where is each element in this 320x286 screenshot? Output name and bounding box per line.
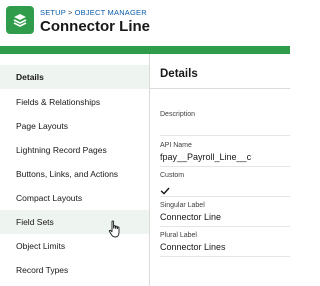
header-accent-bar	[0, 46, 290, 54]
checkmark-icon	[160, 183, 170, 195]
page-title: Connector Line	[40, 18, 151, 35]
layers-icon	[6, 6, 34, 34]
divider	[160, 135, 290, 136]
custom-label: Custom	[160, 172, 185, 179]
api-name-label: API Name	[160, 142, 192, 149]
sidebar-item-details[interactable]: Details	[0, 65, 149, 89]
hand-pointer-icon	[108, 220, 122, 240]
sidebar-item-compact-layouts[interactable]: Compact Layouts	[0, 186, 149, 210]
divider	[160, 196, 290, 197]
divider	[160, 226, 290, 227]
divider	[150, 88, 290, 89]
details-heading: Details	[160, 68, 198, 80]
plural-label-label: Plural Label	[160, 232, 197, 239]
breadcrumb-object-manager-link[interactable]: OBJECT MANAGER	[75, 8, 147, 17]
sidebar-item-field-sets[interactable]: Field Sets	[0, 210, 149, 234]
page-header: SETUP > OBJECT MANAGER Connector Line	[0, 0, 290, 46]
breadcrumb-separator: >	[68, 8, 73, 17]
divider	[160, 166, 290, 167]
details-panel: Details Description API Name fpay__Payro…	[150, 54, 290, 286]
sidebar-item-object-limits[interactable]: Object Limits	[0, 234, 149, 258]
description-label: Description	[160, 111, 196, 118]
breadcrumb-setup-link[interactable]: SETUP	[40, 8, 66, 17]
api-name-value: fpay__Payroll_Line__c	[160, 152, 252, 162]
singular-label-label: Singular Label	[160, 202, 205, 209]
breadcrumb: SETUP > OBJECT MANAGER	[40, 8, 147, 17]
plural-label-value: Connector Lines	[160, 242, 226, 252]
sidebar-item-fields-relationships[interactable]: Fields & Relationships	[0, 90, 149, 114]
object-manager-sidebar: Details Fields & Relationships Page Layo…	[0, 54, 150, 286]
singular-label-value: Connector Line	[160, 212, 222, 222]
sidebar-item-buttons-links-actions[interactable]: Buttons, Links, and Actions	[0, 162, 149, 186]
sidebar-item-lightning-record-pages[interactable]: Lightning Record Pages	[0, 138, 149, 162]
sidebar-item-record-types[interactable]: Record Types	[0, 258, 149, 282]
sidebar-item-page-layouts[interactable]: Page Layouts	[0, 114, 149, 138]
divider	[160, 256, 290, 257]
